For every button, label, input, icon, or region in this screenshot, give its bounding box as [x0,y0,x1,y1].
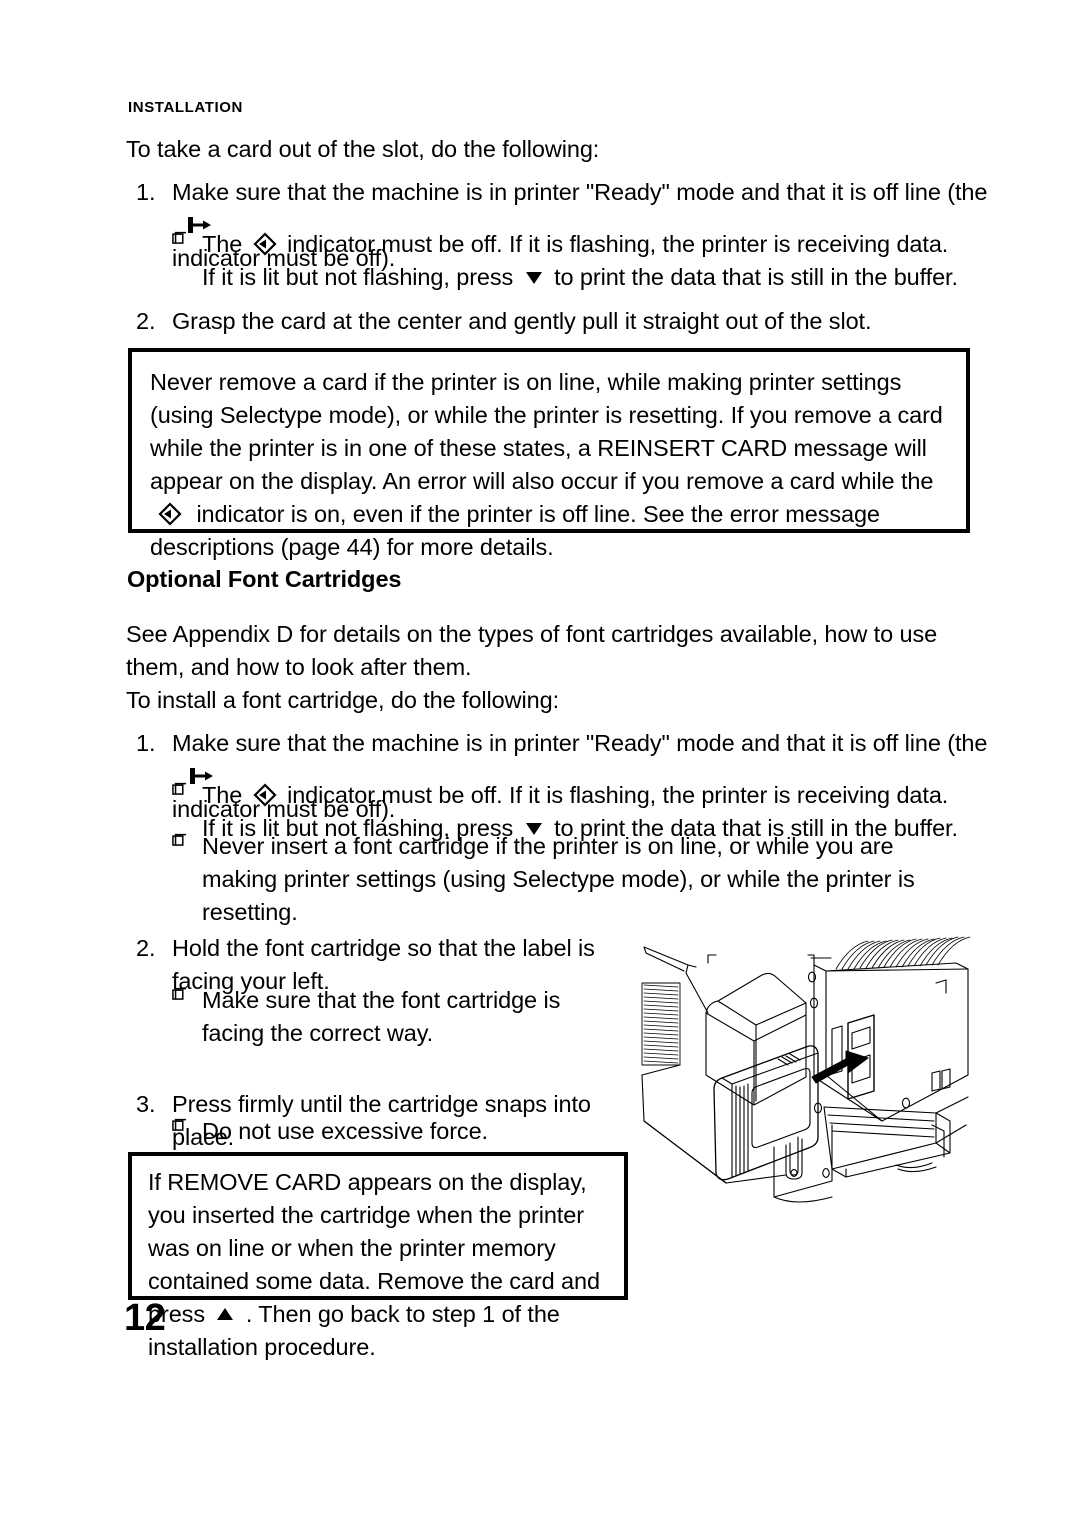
font-step-1-text-a: Make sure that the machine is in printer… [172,730,988,756]
box-bullet-icon [172,780,187,795]
page-number: 12 [124,1297,166,1339]
card-step-2-number: 2. [136,308,156,334]
box-bullet-icon [172,985,187,1000]
font-cartridges-heading: Optional Font Cartridges [127,566,402,592]
card-step-1-bullet-1: The indicator must be off. If it is flas… [172,228,962,294]
card-warning-text-b: indicator is on, even if the printer is … [150,501,880,560]
font-step-3-bullet-1: Do not use excessive force. [172,1115,622,1148]
down-triangle-icon [524,268,544,286]
running-head: INSTALLATION [128,99,243,116]
card-warning-box: Never remove a card if the printer is on… [128,348,970,560]
card-step-1-bullet-1-text-a: The [202,231,243,257]
font-step-2-bullet-1: Make sure that the font cartridge is fac… [172,984,622,1050]
font-step-3-bullet-1-text: Do not use excessive force. [202,1118,488,1144]
font-step-2-number: 2. [136,935,156,961]
data-diamond-icon [158,502,182,526]
card-warning-text-a: Never remove a card if the printer is on… [150,369,943,494]
font-step-1-number: 1. [136,730,156,756]
card-warning-text: Never remove a card if the printer is on… [150,366,948,564]
font-step-1-bullet-1-text-a: The [202,782,243,808]
box-bullet-icon [172,229,187,244]
card-removal-lead: To take a card out of the slot, do the f… [126,136,600,162]
font-cartridges-intro: See Appendix D for details on the types … [126,621,938,680]
card-step-1-text-a: Make sure that the machine is in printer… [172,179,988,205]
data-diamond-icon [253,783,277,807]
data-diamond-icon [253,232,277,256]
card-step-1-bullet-1-text-c: to print the data that is still in the b… [554,264,958,290]
font-warning-text-b: . Then go back to step 1 of the installa… [148,1301,560,1360]
up-triangle-icon [215,1305,235,1323]
document-page: INSTALLATION To take a card out of the s… [0,0,1080,1528]
card-step-1-number: 1. [136,179,156,205]
font-warning-box: If REMOVE CARD appears on the display, y… [128,1152,628,1360]
card-step-2: 2. Grasp the card at the center and gent… [136,305,1016,338]
font-warning-text: If REMOVE CARD appears on the display, y… [148,1166,610,1364]
font-step-3-number: 3. [136,1091,156,1117]
font-step-1-bullet-2: Never insert a font cartridge if the pri… [172,830,932,929]
font-cartridges-lead: To install a font cartridge, do the foll… [126,687,560,713]
card-step-2-text: Grasp the card at the center and gently … [172,308,872,334]
font-cartridge-insertion-illustration [636,925,976,1225]
box-bullet-icon [172,831,187,846]
font-step-1-bullet-2-text: Never insert a font cartridge if the pri… [202,833,915,925]
box-bullet-icon [172,1116,187,1131]
font-step-2-bullet-1-text: Make sure that the font cartridge is fac… [202,987,561,1046]
